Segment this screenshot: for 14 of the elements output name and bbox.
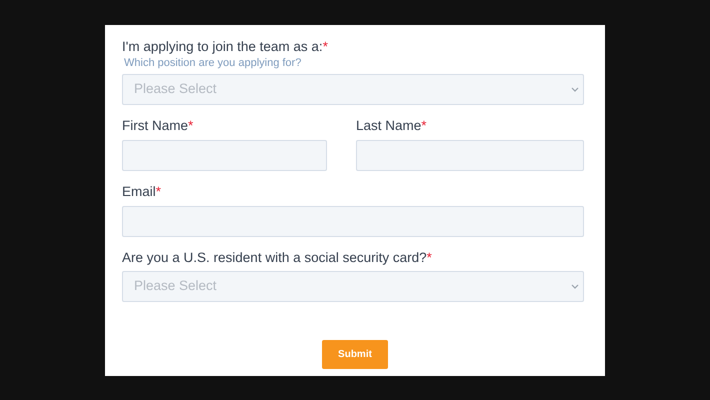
field-label: Are you a U.S. resident with a social security card?* bbox=[122, 249, 432, 267]
field-label: First Name* bbox=[122, 117, 194, 135]
field-label: Last Name* bbox=[356, 117, 427, 135]
input-field[interactable] bbox=[122, 140, 327, 171]
input-field[interactable] bbox=[356, 140, 584, 171]
field-label: I'm applying to join the team as a:* bbox=[122, 38, 328, 56]
field-label: Email* bbox=[122, 183, 162, 201]
input-field[interactable] bbox=[122, 206, 584, 237]
chevron-down-icon bbox=[571, 87, 579, 92]
submit-button[interactable]: Submit bbox=[322, 340, 388, 369]
hint-text: Which position are you applying for? bbox=[124, 56, 302, 70]
select-field[interactable]: Please Select bbox=[122, 74, 584, 105]
chevron-down-icon bbox=[571, 284, 579, 289]
select-field[interactable]: Please Select bbox=[122, 271, 584, 302]
